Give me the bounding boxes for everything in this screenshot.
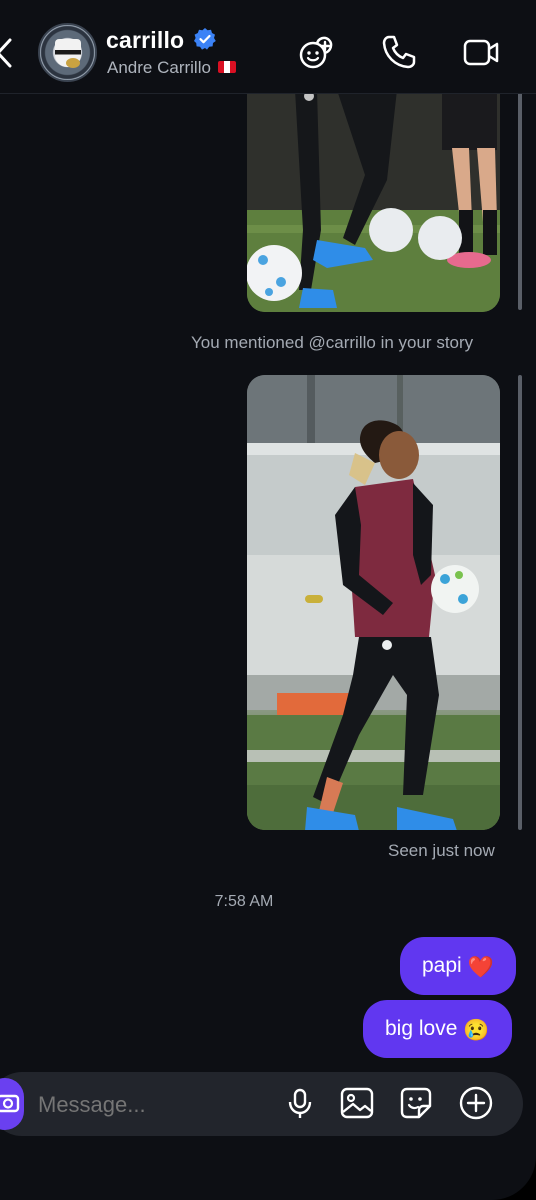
- add-to-group-icon: [299, 36, 333, 69]
- camera-icon: [0, 1094, 20, 1113]
- sticker-button[interactable]: [397, 1084, 435, 1122]
- plus-icon: [459, 1086, 493, 1120]
- story-scroll-indicator-2: [518, 375, 522, 830]
- message-bubble[interactable]: big love 😢: [363, 1000, 512, 1058]
- ball-icon: [66, 58, 80, 68]
- video-call-button[interactable]: [462, 33, 500, 71]
- seen-status: Seen just now: [388, 841, 495, 860]
- shared-story-photo-1[interactable]: [247, 60, 500, 312]
- message-text: big love: [385, 1017, 458, 1040]
- verified-badge-icon: [194, 28, 216, 50]
- add-to-group-button[interactable]: [298, 33, 336, 71]
- crying-emoji: 😢: [463, 1019, 490, 1042]
- story-photo-2-image: [247, 375, 500, 830]
- camera-button[interactable]: [0, 1078, 24, 1130]
- message-input[interactable]: [38, 1092, 268, 1118]
- story-scroll-indicator-1: [518, 60, 522, 310]
- shared-story-photo-2[interactable]: [247, 375, 500, 830]
- story-mention-caption: You mentioned @carrillo in your story: [191, 333, 474, 352]
- message-bubble[interactable]: papi ❤️: [400, 937, 516, 995]
- story-photo-1-image: [247, 60, 500, 312]
- microphone-button[interactable]: [281, 1084, 319, 1122]
- chat-screen: You mentioned @carrillo in your story Se…: [0, 0, 536, 1200]
- heart-emoji: ❤️: [467, 956, 494, 979]
- chat-header: carrillo Andre Carrillo: [0, 0, 536, 94]
- more-actions-button[interactable]: [457, 1084, 495, 1122]
- phone-icon: [382, 35, 416, 69]
- peru-flag-icon: [217, 61, 236, 73]
- chat-username[interactable]: carrillo: [106, 27, 184, 54]
- avatar[interactable]: [38, 23, 97, 82]
- back-chevron-icon[interactable]: [0, 36, 14, 70]
- audio-call-button[interactable]: [380, 33, 418, 71]
- time-separator: 7:58 AM: [214, 893, 274, 910]
- message-text: papi: [422, 954, 462, 977]
- video-icon: [463, 39, 499, 66]
- microphone-icon: [288, 1088, 312, 1118]
- full-name-text: Andre Carrillo: [107, 58, 211, 77]
- gallery-icon: [340, 1087, 374, 1119]
- sticker-icon: [400, 1087, 432, 1119]
- gallery-button[interactable]: [338, 1084, 376, 1122]
- chat-full-name: Andre Carrillo: [107, 58, 236, 78]
